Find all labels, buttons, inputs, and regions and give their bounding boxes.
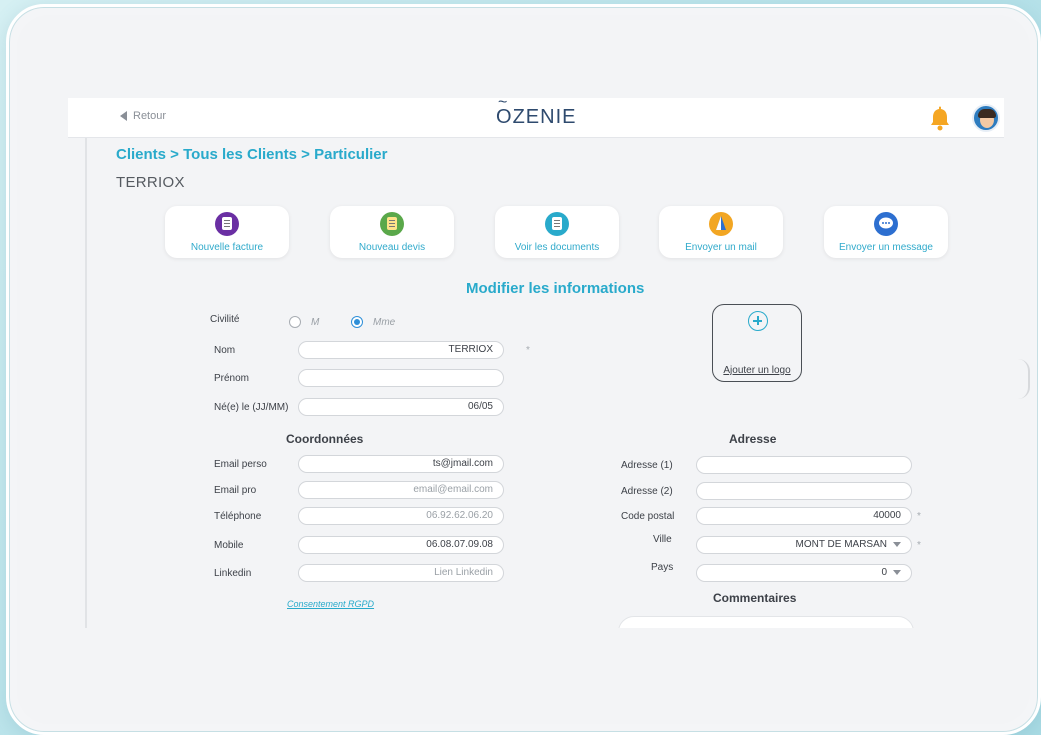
adresse1-field[interactable] <box>696 456 912 474</box>
mobile-field[interactable]: 06.08.07.09.08 <box>298 536 504 554</box>
telephone-field[interactable]: 06.92.62.06.20 <box>298 507 504 525</box>
back-label: Retour <box>133 110 167 122</box>
back-arrow-icon <box>120 111 127 121</box>
adresse2-label: Adresse (2) <box>621 486 673 497</box>
new-quote-button[interactable]: Nouveau devis <box>330 206 454 258</box>
left-divider <box>85 138 87 628</box>
add-logo-label: Ajouter un logo <box>723 365 791 376</box>
pays-label: Pays <box>651 562 674 573</box>
adresse1-label: Adresse (1) <box>621 460 673 471</box>
logo-letter: O <box>496 98 513 129</box>
documents-icon <box>545 212 569 236</box>
linkedin-label: Linkedin <box>214 568 252 579</box>
new-invoice-button[interactable]: Nouvelle facture <box>165 206 289 258</box>
telephone-label: Téléphone <box>214 511 262 522</box>
ville-required-mark: * <box>917 540 921 551</box>
adresse-title: Adresse <box>729 432 777 446</box>
email-perso-label: Email perso <box>214 459 267 470</box>
plus-circle-icon <box>748 311 768 331</box>
pays-select[interactable]: 0 <box>696 564 912 582</box>
notification-bell-icon[interactable] <box>928 106 952 132</box>
civility-mme-radio[interactable] <box>351 316 363 328</box>
invoice-icon <box>215 212 239 236</box>
app-screen: Retour OZENIE Clients > Tous les Clients… <box>68 98 1004 628</box>
rgpd-consent-link[interactable]: Consentement RGPD <box>287 599 374 609</box>
nom-field[interactable]: TERRIOX <box>298 341 504 359</box>
new-quote-label: Nouveau devis <box>358 242 426 253</box>
prenom-label: Prénom <box>214 373 250 384</box>
email-pro-field[interactable]: email@email.com <box>298 481 504 499</box>
mail-icon <box>709 212 733 236</box>
nom-required-mark: * <box>526 345 530 356</box>
commentaires-title: Commentaires <box>713 591 797 605</box>
chevron-down-icon <box>893 569 901 575</box>
avatar-hair <box>978 109 996 118</box>
quote-icon <box>380 212 404 236</box>
page-title: TERRIOX <box>116 174 185 191</box>
nom-label: Nom <box>214 345 236 356</box>
coordonnees-title: Coordonnées <box>286 432 364 446</box>
add-logo-button[interactable]: Ajouter un logo <box>712 304 802 382</box>
chevron-down-icon <box>893 541 901 547</box>
civility-m-radio[interactable] <box>289 316 301 328</box>
email-perso-field[interactable]: ts@jmail.com <box>298 455 504 473</box>
civility-m-label: M <box>311 317 320 328</box>
mobile-label: Mobile <box>214 540 244 551</box>
civility-mme-label: Mme <box>373 317 396 328</box>
send-mail-button[interactable]: Envoyer un mail <box>659 206 783 258</box>
breadcrumb[interactable]: Clients > Tous les Clients > Particulier <box>116 146 387 163</box>
birthdate-label: Né(e) le (JJ/MM) <box>214 402 289 413</box>
comment-textarea[interactable] <box>618 616 914 628</box>
pays-value: 0 <box>881 567 887 578</box>
linkedin-field[interactable]: Lien Linkedin <box>298 564 504 582</box>
back-button[interactable]: Retour <box>120 110 166 122</box>
civility-label: Civilité <box>210 314 240 325</box>
code-postal-label: Code postal <box>621 511 675 522</box>
logo-text: ZENIE <box>512 106 577 128</box>
adresse2-field[interactable] <box>696 482 912 500</box>
tablet-side-button <box>1018 359 1030 399</box>
ville-select[interactable]: MONT DE MARSAN <box>696 536 912 554</box>
ville-value: MONT DE MARSAN <box>795 539 888 550</box>
send-message-label: Envoyer un message <box>839 242 933 253</box>
view-documents-button[interactable]: Voir les documents <box>495 206 619 258</box>
app-logo: OZENIE <box>496 98 577 129</box>
view-documents-label: Voir les documents <box>514 242 600 253</box>
code-postal-required-mark: * <box>917 511 921 522</box>
prenom-field[interactable] <box>298 369 504 387</box>
send-message-button[interactable]: Envoyer un message <box>824 206 948 258</box>
ville-label: Ville <box>653 534 672 545</box>
new-invoice-label: Nouvelle facture <box>190 242 264 253</box>
send-mail-label: Envoyer un mail <box>685 242 757 253</box>
form-title: Modifier les informations <box>466 280 645 297</box>
message-icon <box>874 212 898 236</box>
top-bar: Retour OZENIE <box>68 98 1004 138</box>
user-avatar[interactable] <box>972 104 1000 132</box>
birthdate-field[interactable]: 06/05 <box>298 398 504 416</box>
code-postal-field[interactable]: 40000 <box>696 507 912 525</box>
email-pro-label: Email pro <box>214 485 257 496</box>
